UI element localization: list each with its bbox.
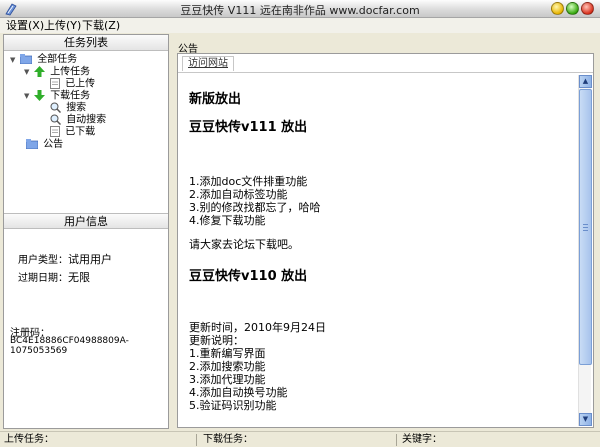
grip-line xyxy=(583,227,588,228)
tree-item-search[interactable]: 搜索 xyxy=(50,102,86,114)
window-title: 豆豆快传 V111 远在南非作品 www.docfar.com xyxy=(180,4,420,17)
scroll-thumb[interactable] xyxy=(579,89,592,365)
tree-item-label: 已下载 xyxy=(65,126,96,138)
status-divider xyxy=(196,434,197,446)
tree-item-label: 上传任务 xyxy=(50,66,91,78)
download-status-label: 下载任务： xyxy=(203,434,253,445)
doc-heading: 豆豆快传v111 放出 xyxy=(189,120,308,135)
tree-item-label: 全部任务 xyxy=(37,54,78,65)
document-icon xyxy=(50,126,60,137)
menu-bar: 设置(X) 上传(Y) 下载(Z) xyxy=(0,18,600,33)
tree-item-label: 下载任务 xyxy=(50,90,91,102)
document-icon xyxy=(50,78,60,89)
title-bar[interactable]: 豆豆快传 V111 远在南非作品 www.docfar.com xyxy=(0,0,600,18)
expire-date-label: 过期日期： xyxy=(18,273,68,284)
doc-line: 4.添加自动换号功能 xyxy=(189,386,288,399)
upload-status-label: 上传任务： xyxy=(4,434,54,445)
doc-line: 5.验证码识别功能 xyxy=(189,399,277,412)
grip-line xyxy=(583,224,588,225)
announcement-content: 访问网站 新版放出 豆豆快传v111 放出 1.添加doc文件排重功能 2.添加… xyxy=(177,53,594,428)
upload-arrow-icon xyxy=(34,66,45,77)
doc-line: 3.别的修改找都忘了，哈哈 xyxy=(189,201,321,214)
menu-settings[interactable]: 设置(X) xyxy=(6,18,44,33)
left-panel: 任务列表 ▼ 全部任务 ▼ 上传任务 已上传 ▼ 下载任务 搜索 自动搜索 已下… xyxy=(3,34,169,429)
task-list-header: 任务列表 xyxy=(4,35,168,51)
magnifier-icon xyxy=(50,114,61,125)
doc-line: 请大家去论坛下载吧。 xyxy=(189,238,299,251)
tree-item-uploaded[interactable]: 已上传 xyxy=(50,78,95,90)
user-type-label: 用户类型： xyxy=(18,255,68,266)
reg-code-value: BC4E18886CF04988809A-1075053569 xyxy=(10,336,129,356)
tree-item-label: 公告 xyxy=(43,139,64,150)
tab-row: 访问网站 xyxy=(178,54,593,73)
tree-item-all-tasks[interactable]: 全部任务 xyxy=(20,54,77,66)
expire-date-value: 无限 xyxy=(68,271,90,284)
minimize-button[interactable] xyxy=(551,2,564,15)
expander-icon[interactable]: ▼ xyxy=(24,92,29,100)
doc-line: 更新说明： xyxy=(189,334,244,347)
menu-download[interactable]: 下载(Z) xyxy=(82,18,120,33)
tree-item-label: 已上传 xyxy=(65,78,96,90)
tree-item-auto-search[interactable]: 自动搜索 xyxy=(50,114,106,126)
doc-line: 1.重新编写界面 xyxy=(189,347,266,360)
tree-item-label: 自动搜索 xyxy=(66,114,107,126)
download-arrow-icon xyxy=(34,90,45,101)
menu-upload[interactable]: 上传(Y) xyxy=(44,18,81,33)
announcement-panel: 公告 访问网站 新版放出 豆豆快传v111 放出 1.添加doc文件排重功能 2… xyxy=(174,34,596,429)
doc-line: 2.添加搜索功能 xyxy=(189,360,266,373)
user-type-value: 试用用户 xyxy=(68,253,112,266)
close-button[interactable] xyxy=(581,2,594,15)
doc-line: 3.添加代理功能 xyxy=(189,373,266,386)
expander-icon[interactable]: ▼ xyxy=(24,68,29,76)
announcement-document: 新版放出 豆豆快传v111 放出 1.添加doc文件排重功能 2.添加自动标签功… xyxy=(178,74,578,426)
grip-line xyxy=(583,230,588,231)
doc-line: 1.添加doc文件排重功能 xyxy=(189,175,308,188)
tree-item-announcement[interactable]: 公告 xyxy=(26,139,63,151)
scroll-down-button[interactable]: ▼ xyxy=(579,413,592,426)
expander-icon[interactable]: ▼ xyxy=(10,56,15,64)
vertical-scrollbar[interactable]: ▲ ▼ xyxy=(578,75,592,426)
doc-line: 更新时间，2010年9月24日 xyxy=(189,321,326,334)
doc-heading: 新版放出 xyxy=(189,92,242,107)
folder-icon xyxy=(26,139,38,149)
status-divider xyxy=(396,434,397,446)
tree-item-upload-tasks[interactable]: 上传任务 xyxy=(34,66,90,78)
folder-icon xyxy=(20,54,32,64)
expire-date-row: 过期日期：无限 xyxy=(18,269,90,285)
doc-line: 4.修复下载功能 xyxy=(189,214,266,227)
keyword-status-label: 关键字： xyxy=(402,434,442,445)
user-info-header: 用户信息 xyxy=(4,213,168,229)
tree-item-download-tasks[interactable]: 下载任务 xyxy=(34,90,90,102)
user-type-row: 用户类型：试用用户 xyxy=(18,251,112,267)
tree-item-label: 搜索 xyxy=(66,102,87,114)
doc-line: 2.添加自动标签功能 xyxy=(189,188,288,201)
maximize-button[interactable] xyxy=(566,2,579,15)
doc-heading: 豆豆快传v110 放出 xyxy=(189,269,308,284)
tree-item-downloaded[interactable]: 已下载 xyxy=(50,126,95,138)
visit-website-link[interactable]: 访问网站 xyxy=(182,56,234,71)
magnifier-icon xyxy=(50,102,61,113)
task-tree: ▼ 全部任务 ▼ 上传任务 已上传 ▼ 下载任务 搜索 自动搜索 已下载 公告 xyxy=(4,52,168,214)
scroll-up-button[interactable]: ▲ xyxy=(579,75,592,88)
status-bar: 上传任务： 下载任务： 关键字： xyxy=(0,431,600,447)
